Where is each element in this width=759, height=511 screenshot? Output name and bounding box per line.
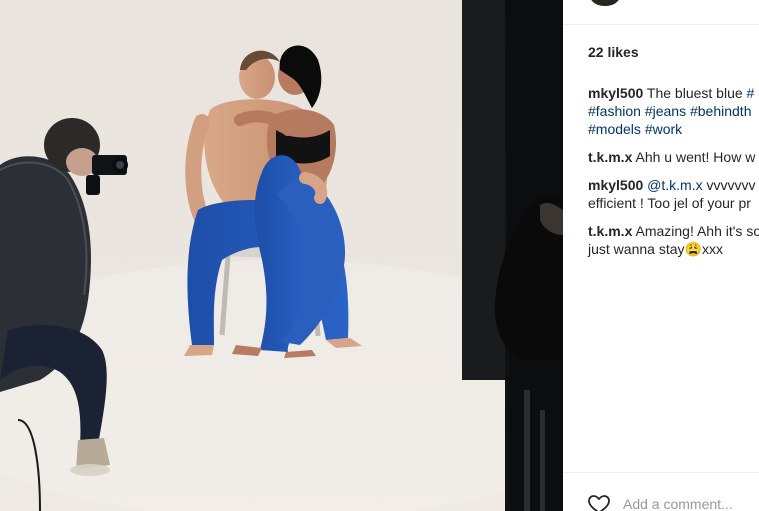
caption-username[interactable]: mkyl500 — [588, 85, 643, 101]
caption: mkyl500 The bluest blue # #fashion #jean… — [588, 84, 759, 138]
comment-item: t.k.m.x Ahh u went! How w — [588, 148, 759, 166]
heart-outline-icon[interactable] — [587, 494, 611, 511]
post-viewer: 22 likes mkyl500 The bluest blue # #fash… — [0, 0, 759, 511]
hashtag-jeans[interactable]: #jeans — [645, 103, 686, 119]
comment-text: vvvvvvv — [706, 177, 756, 193]
comment-item: t.k.m.x Amazing! Ahh it's so just wanna … — [588, 222, 759, 258]
comment-text: Ahh u went! How w — [635, 149, 756, 165]
comments-list: mkyl500 The bluest blue # #fashion #jean… — [588, 84, 759, 268]
comment-username[interactable]: t.k.m.x — [588, 223, 632, 239]
hashtag-fashion[interactable]: #fashion — [588, 103, 641, 119]
divider — [563, 472, 759, 473]
hashtag-work[interactable]: #work — [645, 121, 682, 137]
caption-text: The bluest blue — [646, 85, 743, 101]
mention[interactable]: @t.k.m.x — [647, 177, 702, 193]
comment-item: mkyl500 @t.k.m.x vvvvvvv efficient ! Too… — [588, 176, 759, 212]
avatar[interactable] — [590, 0, 620, 6]
comment-text-continued: just wanna stay — [588, 241, 685, 257]
likes-count[interactable]: 22 likes — [588, 44, 639, 60]
comment-text-end: xxx — [701, 241, 723, 257]
studio-photo-illustration — [0, 0, 563, 511]
hashtag-behindth[interactable]: #behindth — [690, 103, 752, 119]
add-comment-row: Add a comment... — [587, 494, 733, 511]
hashtag-cut[interactable]: # — [747, 85, 755, 101]
weary-face-emoji-icon: 😩 — [684, 241, 702, 257]
comment-username[interactable]: t.k.m.x — [588, 149, 632, 165]
post-side-panel: 22 likes mkyl500 The bluest blue # #fash… — [563, 0, 759, 511]
divider — [563, 24, 759, 25]
comment-text-continued: efficient ! Too jel of your pr — [588, 195, 751, 211]
comment-text: Amazing! Ahh it's so — [635, 223, 759, 239]
add-comment-input[interactable]: Add a comment... — [623, 496, 733, 511]
post-photo[interactable] — [0, 0, 563, 511]
hashtag-models[interactable]: #models — [588, 121, 641, 137]
comment-username[interactable]: mkyl500 — [588, 177, 643, 193]
